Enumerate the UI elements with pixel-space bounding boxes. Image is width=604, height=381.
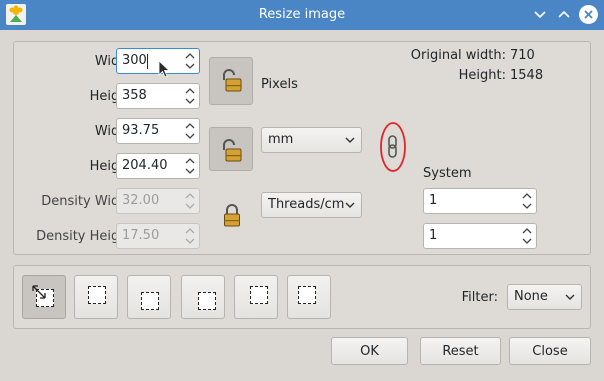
spin-arrows-icon[interactable] (184, 86, 196, 106)
physical-width-spinbox[interactable]: 93.75 (116, 118, 200, 144)
anchor-right-button[interactable] (234, 275, 278, 319)
anchor-box-icon (141, 292, 159, 310)
system-label: System (423, 166, 472, 181)
physical-width-value: 93.75 (122, 123, 160, 138)
system-spinbox-2[interactable]: 1 (423, 223, 537, 249)
close-button[interactable]: Close (509, 337, 591, 365)
unlocked-padlock-icon (223, 139, 242, 162)
pixel-width-value: 300 (122, 53, 147, 68)
close-icon[interactable] (579, 5, 598, 24)
spin-arrows-icon (185, 228, 195, 244)
chevron-down-icon (565, 294, 575, 300)
original-width-label: Original width: (410, 48, 506, 63)
original-height-label: Height: (458, 68, 506, 83)
window-title: Resize image (258, 7, 346, 22)
filter-label: Filter: (461, 290, 498, 305)
density-height-value: 17.50 (122, 228, 160, 243)
anchor-box-icon (298, 286, 316, 304)
anchor-box-icon (88, 286, 106, 304)
spin-arrows-icon[interactable] (184, 156, 196, 176)
chain-link-icon[interactable] (378, 121, 408, 173)
ok-button[interactable]: OK (331, 337, 408, 365)
chevron-down-icon (345, 137, 355, 143)
unlocked-padlock-icon (223, 69, 242, 92)
pixels-unit-label: Pixels (261, 77, 298, 92)
spin-arrows-icon[interactable] (521, 191, 533, 211)
anchor-bottom-right-button[interactable] (287, 275, 331, 319)
density-height-spinbox[interactable]: 17.50 (116, 223, 200, 249)
locked-padlock-icon (224, 204, 240, 227)
density-unit-value: Threads/cm (268, 197, 345, 212)
anchor-bottom-button[interactable] (181, 275, 225, 319)
physical-height-value: 204.40 (122, 158, 168, 173)
spin-arrows-icon (185, 193, 195, 209)
filter-value: None (514, 289, 548, 304)
pixel-height-value: 358 (122, 88, 147, 103)
original-height-value: 1548 (510, 68, 544, 83)
physical-aspect-lock-button[interactable] (209, 127, 253, 171)
pixel-aspect-lock-button[interactable] (209, 57, 253, 105)
density-width-value: 32.00 (122, 193, 160, 208)
maximize-icon[interactable] (555, 6, 573, 24)
title-bar[interactable]: Resize image (0, 0, 604, 30)
anchor-box-icon (250, 286, 268, 304)
physical-unit-value: mm (268, 132, 294, 147)
text-cursor (147, 54, 148, 69)
minimize-icon[interactable] (531, 6, 549, 24)
anchor-top-left-button[interactable] (22, 275, 66, 319)
chevron-down-icon (345, 202, 355, 208)
anchor-center-button[interactable] (127, 275, 171, 319)
spin-arrows-icon[interactable] (521, 226, 533, 246)
resize-arrow-icon (32, 285, 46, 299)
anchor-box-icon (198, 292, 216, 310)
filter-dropdown[interactable]: None (507, 284, 582, 310)
mouse-pointer-icon (158, 60, 171, 78)
system-value-2: 1 (429, 228, 438, 243)
pixel-height-spinbox[interactable]: 358 (116, 83, 200, 109)
system-spinbox-1[interactable]: 1 (423, 188, 537, 214)
physical-height-spinbox[interactable]: 204.40 (116, 153, 200, 179)
system-value-1: 1 (429, 193, 438, 208)
anchor-top-center-button[interactable] (74, 275, 118, 319)
physical-unit-dropdown[interactable]: mm (261, 127, 362, 153)
density-unit-dropdown[interactable]: Threads/cm (261, 192, 362, 218)
original-width-value: 710 (510, 48, 535, 63)
density-width-spinbox[interactable]: 32.00 (116, 188, 200, 214)
spin-arrows-icon[interactable] (184, 121, 196, 141)
spin-arrows-icon[interactable] (184, 51, 196, 71)
reset-button[interactable]: Reset (420, 337, 501, 365)
